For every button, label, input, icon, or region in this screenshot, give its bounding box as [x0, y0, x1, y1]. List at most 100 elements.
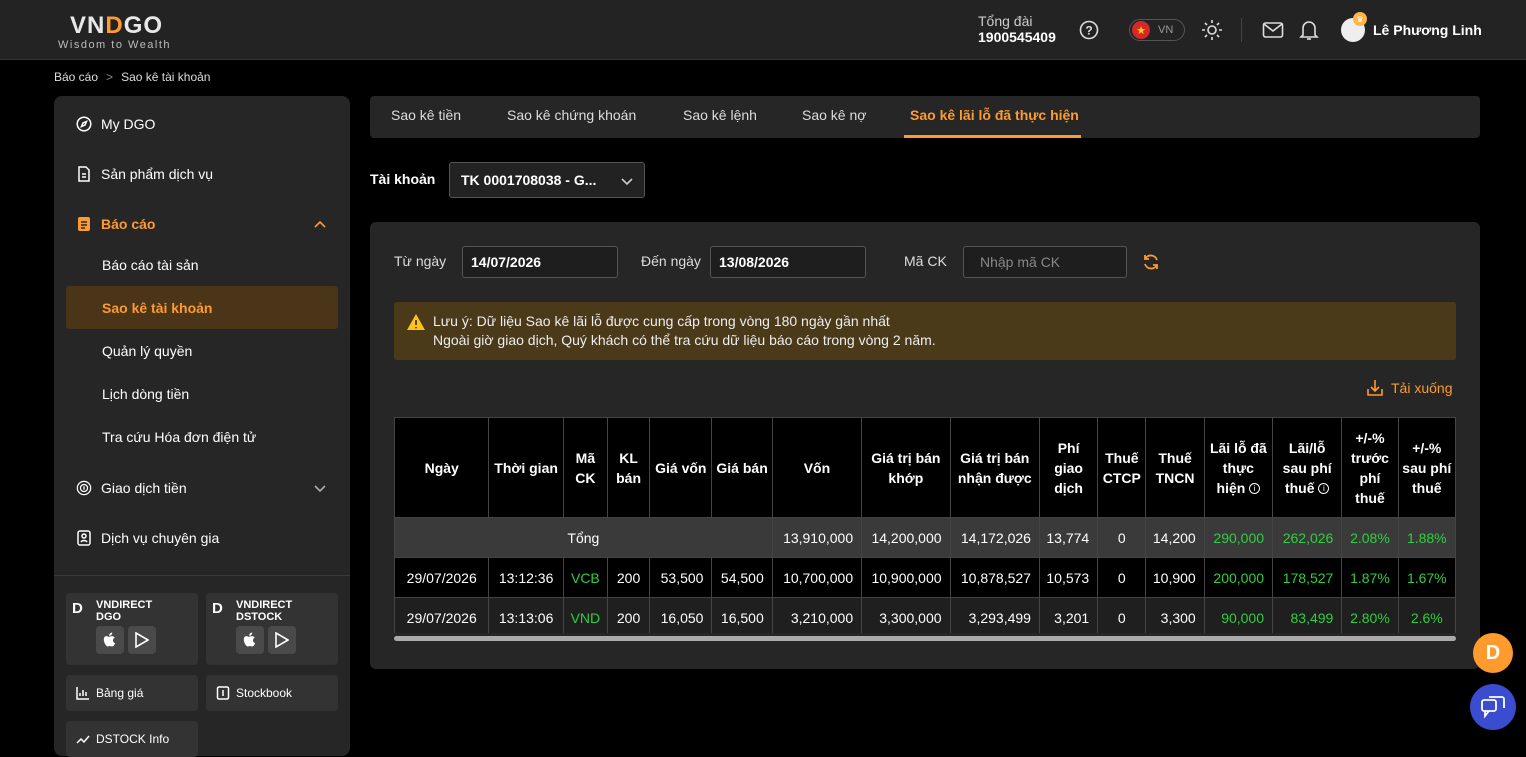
apple-store-icon[interactable] [96, 626, 124, 654]
divider [54, 575, 350, 576]
notice-box: Lưu ý: Dữ liệu Sao kê lãi lỗ được cung c… [394, 302, 1456, 360]
money-icon [76, 480, 92, 496]
table-cell: 290,000 [1203, 517, 1274, 558]
account-label: Tài khoản [370, 171, 436, 187]
logo[interactable]: VNDGO Wisdom to Wealth [58, 12, 193, 52]
horizontal-scrollbar[interactable] [394, 636, 1456, 641]
from-date-input[interactable]: 14/07/2026 [462, 246, 618, 278]
col-pct-after-fee: +/-% sau phí thuế [1397, 417, 1456, 518]
col-realized-pnl: Lãi lỗ đã thực hiện i [1203, 417, 1274, 518]
symbol-input[interactable]: Nhập mã CK [963, 246, 1127, 278]
book-icon [216, 686, 230, 700]
to-date-input[interactable]: 13/08/2026 [710, 246, 866, 278]
table-cell: 10,900 [1145, 557, 1205, 598]
language-label: VN [1158, 24, 1174, 36]
download-button[interactable]: Tải xuống [1365, 378, 1452, 398]
table-cell: 10,573 [1038, 557, 1099, 598]
price-board-button[interactable]: Bảng giá [66, 675, 198, 711]
col-capital: Vốn [771, 417, 863, 518]
tab-securities-statement[interactable]: Sao kê chứng khoán [507, 107, 636, 123]
hotline-label: Tổng đài [978, 13, 1033, 29]
user-name[interactable]: Lê Phương Linh [1373, 22, 1482, 38]
col-pct-before-fee: +/-% trước phí thuế [1341, 417, 1399, 518]
col-sell-volume: KL bán [606, 417, 651, 518]
document-icon [76, 166, 92, 182]
stockbook-button[interactable]: Stockbook [206, 675, 338, 711]
avatar[interactable]: ♛ [1341, 12, 1367, 42]
table-row[interactable]: 29/07/2026 13:12:36 VCB 200 53,500 54,50… [394, 557, 1456, 598]
tab-debt-statement[interactable]: Sao kê nợ [802, 107, 866, 123]
theme-sun-icon[interactable] [1201, 19, 1223, 41]
sidebar-item-my-dgo[interactable]: My DGO [76, 116, 155, 132]
dstock-info-button[interactable]: DSTOCK Info [66, 721, 198, 757]
app-card-dgo[interactable]: D VNDIRECT DGO [66, 593, 198, 665]
dgo-assistant-button[interactable]: D [1473, 633, 1513, 673]
table-cell: 200 [606, 557, 651, 598]
symbol-cell[interactable]: VND [562, 597, 608, 633]
table-cell: 16,050 [649, 597, 713, 633]
sidebar-item-expert-services[interactable]: Dịch vụ chuyên gia [76, 530, 219, 546]
table-cell: 13:13:06 [488, 597, 564, 633]
table-total-row: Tổng 13,910,000 14,200,000 14,172,026 13… [394, 517, 1456, 558]
sidebar-subitem-e-invoice[interactable]: Tra cứu Hóa đơn điện tử [102, 429, 256, 445]
table-row[interactable]: 29/07/2026 13:13:06 VND 200 16,050 16,50… [394, 597, 1456, 633]
sidebar-item-money-transactions[interactable]: Giao dịch tiền [76, 480, 187, 496]
tab-order-statement[interactable]: Sao kê lệnh [683, 107, 757, 123]
refresh-icon[interactable] [1141, 252, 1161, 272]
active-tab-indicator [904, 135, 1081, 138]
sidebar-subitem-rights[interactable]: Quản lý quyền [102, 343, 192, 359]
chat-support-button[interactable] [1470, 684, 1516, 730]
tagline: Wisdom to Wealth [58, 39, 172, 51]
language-switch[interactable]: ★ VN [1129, 19, 1185, 41]
col-pnl-after-fee: Lãi/lỗ sau phí thuế i [1272, 417, 1343, 518]
table-cell: 14,200,000 [861, 517, 951, 558]
help-icon[interactable]: ? [1079, 20, 1099, 40]
crown-badge-icon: ♛ [1353, 12, 1367, 26]
mail-icon[interactable] [1262, 20, 1284, 40]
col-cost-price: Giá vốn [649, 417, 713, 518]
tab-cash-statement[interactable]: Sao kê tiền [391, 107, 461, 123]
sidebar-item-label: Sản phẩm dịch vụ [101, 166, 214, 182]
sidebar-item-label: Dịch vụ chuyên gia [101, 530, 220, 546]
google-play-icon[interactable] [268, 626, 296, 654]
vndirect-logo-icon: D [72, 600, 83, 617]
table-cell: 0 [1097, 517, 1147, 558]
table-cell: 0 [1097, 557, 1147, 598]
google-play-icon[interactable] [128, 626, 156, 654]
svg-text:?: ? [1085, 24, 1092, 38]
table-cell: 29/07/2026 [394, 557, 490, 598]
table-cell: 3,201 [1038, 597, 1099, 633]
info-icon[interactable]: i [1249, 483, 1261, 495]
sidebar-subitem-cashflow[interactable]: Lịch dòng tiền [102, 386, 189, 402]
tab-realized-pnl[interactable]: Sao kê lãi lỗ đã thực hiện [910, 107, 1079, 123]
sidebar-item-products[interactable]: Sản phẩm dịch vụ [76, 166, 213, 182]
table-cell: 178,527 [1272, 557, 1343, 598]
breadcrumb-parent[interactable]: Báo cáo [54, 70, 98, 84]
pnl-table-container[interactable]: Ngày Thời gian Mã CK KL bán Giá vốn Giá … [394, 417, 1456, 633]
table-cell: 3,300 [1145, 597, 1205, 633]
bell-icon[interactable] [1298, 19, 1320, 41]
chevron-down-icon[interactable] [312, 480, 328, 496]
table-cell: 3,293,499 [949, 597, 1040, 633]
to-date-label: Đến ngày [641, 253, 701, 269]
sidebar-item-label: Báo cáo [101, 216, 156, 232]
col-date: Ngày [394, 417, 490, 518]
sidebar: My DGO Sản phẩm dịch vụ Báo cáo Báo cáo … [54, 96, 350, 757]
app-card-dstock[interactable]: D VNDIRECT DSTOCK [206, 593, 338, 665]
table-header-row: Ngày Thời gian Mã CK KL bán Giá vốn Giá … [394, 417, 1456, 518]
sidebar-item-reports[interactable]: Báo cáo [76, 216, 155, 232]
table-cell: 14,200 [1145, 517, 1205, 558]
breadcrumb-separator: > [106, 70, 114, 84]
sidebar-subitem-account-statement[interactable]: Sao kê tài khoản [102, 300, 212, 316]
app-subtitle: DGO [96, 611, 122, 623]
report-icon [76, 216, 92, 232]
table-cell: 0 [1097, 597, 1147, 633]
info-icon[interactable]: i [1318, 483, 1330, 495]
app-title: VNDIRECT [236, 599, 293, 611]
apple-store-icon[interactable] [236, 626, 264, 654]
chevron-up-icon[interactable] [312, 217, 328, 233]
symbol-cell[interactable]: VCB [562, 557, 608, 598]
compass-icon [76, 116, 92, 132]
sidebar-subitem-asset-report[interactable]: Báo cáo tài sản [102, 257, 199, 273]
account-select[interactable]: TK 0001708038 - G... [449, 162, 645, 198]
